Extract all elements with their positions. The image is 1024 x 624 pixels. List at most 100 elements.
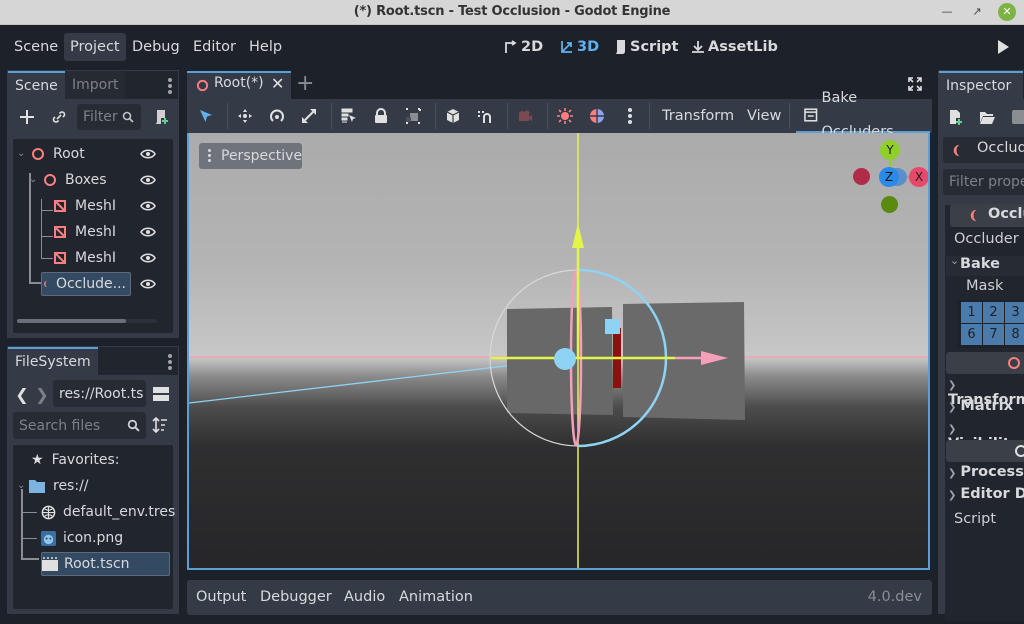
- visibility-eye-icon[interactable]: [140, 174, 156, 186]
- select-mode-button[interactable]: [197, 107, 215, 125]
- visibility-eye-icon[interactable]: [140, 226, 156, 238]
- favorites-item[interactable]: ★ Favorites:: [31, 448, 120, 472]
- close-tab-icon[interactable]: ✕: [271, 74, 284, 93]
- path-input[interactable]: res://Root.ts: [53, 380, 146, 407]
- tab-filesystem[interactable]: FileSystem: [8, 347, 98, 375]
- gizmo-x-axis[interactable]: X: [909, 167, 928, 187]
- mask-bit-1[interactable]: 1: [961, 302, 982, 323]
- group-icon: [406, 108, 421, 124]
- bake-occluders-button[interactable]: Bake Occluders: [796, 90, 930, 140]
- camera-icon: [519, 110, 532, 121]
- preview-camera-button[interactable]: [516, 107, 534, 125]
- 3d-viewport[interactable]: Perspective Y Z X: [187, 133, 930, 570]
- maximize-button[interactable]: ↗: [968, 3, 986, 21]
- mask-bit-2[interactable]: 2: [983, 302, 1004, 323]
- minimize-button[interactable]: —: [938, 3, 956, 21]
- tree-item-meshinstance[interactable]: MeshI: [53, 220, 116, 244]
- menu-debug[interactable]: Debug: [126, 33, 186, 61]
- toggle-split-mode-button[interactable]: [153, 386, 169, 402]
- process-group[interactable]: ❯ Process: [948, 464, 1024, 480]
- workspace-assetlib[interactable]: AssetLib: [691, 33, 778, 61]
- sun-preview-button[interactable]: [556, 107, 574, 125]
- bake-group-header[interactable]: ⌄ Bake: [946, 254, 1024, 276]
- file-item[interactable]: icon.png: [41, 526, 123, 550]
- scene-filter-input[interactable]: Filter: [77, 104, 141, 130]
- workspace-2d[interactable]: 2D: [504, 33, 543, 61]
- tab-scene[interactable]: Scene: [8, 71, 65, 99]
- more-options-button[interactable]: [621, 107, 639, 125]
- back-button[interactable]: ❮: [15, 385, 28, 404]
- menu-editor[interactable]: Editor: [187, 33, 242, 61]
- filesystem-dock-menu-icon[interactable]: [168, 354, 172, 370]
- environment-preview-button[interactable]: [588, 107, 606, 125]
- tree-item-root[interactable]: ⌄ Root: [17, 142, 85, 166]
- visibility-eye-icon[interactable]: [140, 200, 156, 212]
- sun-icon: [557, 108, 573, 124]
- matrix-group[interactable]: ❯ Matrix: [948, 398, 1013, 414]
- tree-item-boxes[interactable]: ⌄ Boxes: [29, 168, 107, 192]
- bottom-tab-animation[interactable]: Animation: [399, 580, 473, 615]
- inspected-object-selector[interactable]: Occlude: [943, 137, 1024, 163]
- snap-to-floor-button[interactable]: [444, 107, 462, 125]
- scrollbar-thumb[interactable]: [17, 319, 126, 323]
- chevron-down-icon[interactable]: ⌄: [17, 142, 29, 166]
- tab-import[interactable]: Import: [65, 71, 126, 99]
- res-folder-item[interactable]: ⌄ res://: [17, 474, 89, 498]
- tree-item-occluder[interactable]: Occlude...: [41, 272, 131, 296]
- filter-properties-input[interactable]: Filter prope: [943, 169, 1024, 195]
- perspective-menu-button[interactable]: Perspective: [199, 143, 302, 169]
- mask-bit-8[interactable]: 8: [1005, 324, 1024, 345]
- visibility-eye-icon[interactable]: [140, 278, 156, 290]
- search-files-input[interactable]: Search files: [13, 412, 146, 439]
- chevron-down-icon[interactable]: ⌄: [29, 168, 41, 192]
- mask-bit-7[interactable]: 7: [983, 324, 1004, 345]
- snap-button[interactable]: [476, 107, 494, 125]
- sort-files-button[interactable]: [152, 417, 168, 433]
- scene-tab-root[interactable]: Root(*) ✕: [187, 71, 291, 99]
- gizmo-neg-y-axis[interactable]: [881, 196, 898, 213]
- view-orientation-gizmo[interactable]: Y Z X: [851, 138, 928, 218]
- menu-help[interactable]: Help: [243, 33, 288, 61]
- bottom-tab-audio[interactable]: Audio: [344, 580, 385, 615]
- transform-menu[interactable]: Transform: [662, 99, 734, 133]
- new-resource-button[interactable]: [948, 109, 964, 125]
- bottom-tab-output[interactable]: Output: [196, 580, 246, 615]
- mask-bit-3[interactable]: 3: [1005, 302, 1024, 323]
- bottom-tab-debugger[interactable]: Debugger: [260, 580, 332, 615]
- visibility-eye-icon[interactable]: [140, 252, 156, 264]
- move-mode-button[interactable]: [236, 107, 254, 125]
- scene-dock-menu-icon[interactable]: [168, 78, 172, 94]
- new-tab-button[interactable]: +: [296, 71, 314, 97]
- file-item-selected[interactable]: Root.tscn: [41, 552, 170, 576]
- workspace-script[interactable]: Script: [613, 33, 678, 61]
- list-select-button[interactable]: [340, 107, 358, 125]
- attach-script-button[interactable]: [152, 108, 170, 126]
- workspace-3d[interactable]: 3D: [560, 33, 599, 61]
- scene-tree-scrollbar[interactable]: [17, 319, 157, 323]
- rotate-mode-button[interactable]: [268, 107, 286, 125]
- add-node-button[interactable]: [18, 108, 36, 126]
- play-icon[interactable]: [996, 39, 1010, 55]
- view-menu[interactable]: View: [747, 99, 781, 133]
- tree-item-meshinstance[interactable]: MeshI: [53, 246, 116, 270]
- save-resource-button[interactable]: [1011, 109, 1024, 125]
- instance-scene-button[interactable]: [50, 108, 68, 126]
- group-button[interactable]: [404, 107, 422, 125]
- gizmo-y-axis[interactable]: Y: [880, 140, 900, 160]
- load-resource-button[interactable]: [979, 109, 995, 125]
- close-window-button[interactable]: ✕: [998, 3, 1016, 21]
- editor-description-group[interactable]: ❯Editor De: [948, 486, 1024, 502]
- file-item[interactable]: default_env.tres: [41, 500, 175, 524]
- lock-button[interactable]: [372, 107, 390, 125]
- mask-bit-6[interactable]: 6: [961, 324, 982, 345]
- tab-inspector[interactable]: Inspector: [939, 71, 1023, 99]
- menu-project[interactable]: Project: [64, 33, 126, 61]
- forward-button[interactable]: ❯: [35, 385, 48, 404]
- visibility-eye-icon[interactable]: [140, 148, 156, 160]
- tree-item-meshinstance[interactable]: MeshI: [53, 194, 116, 218]
- menu-scene[interactable]: Scene: [8, 33, 64, 61]
- scale-mode-button[interactable]: [300, 107, 318, 125]
- chevron-down-icon[interactable]: ⌄: [17, 474, 27, 498]
- gizmo-z-axis[interactable]: Z: [879, 167, 899, 187]
- gizmo-neg-x-axis[interactable]: [853, 168, 870, 185]
